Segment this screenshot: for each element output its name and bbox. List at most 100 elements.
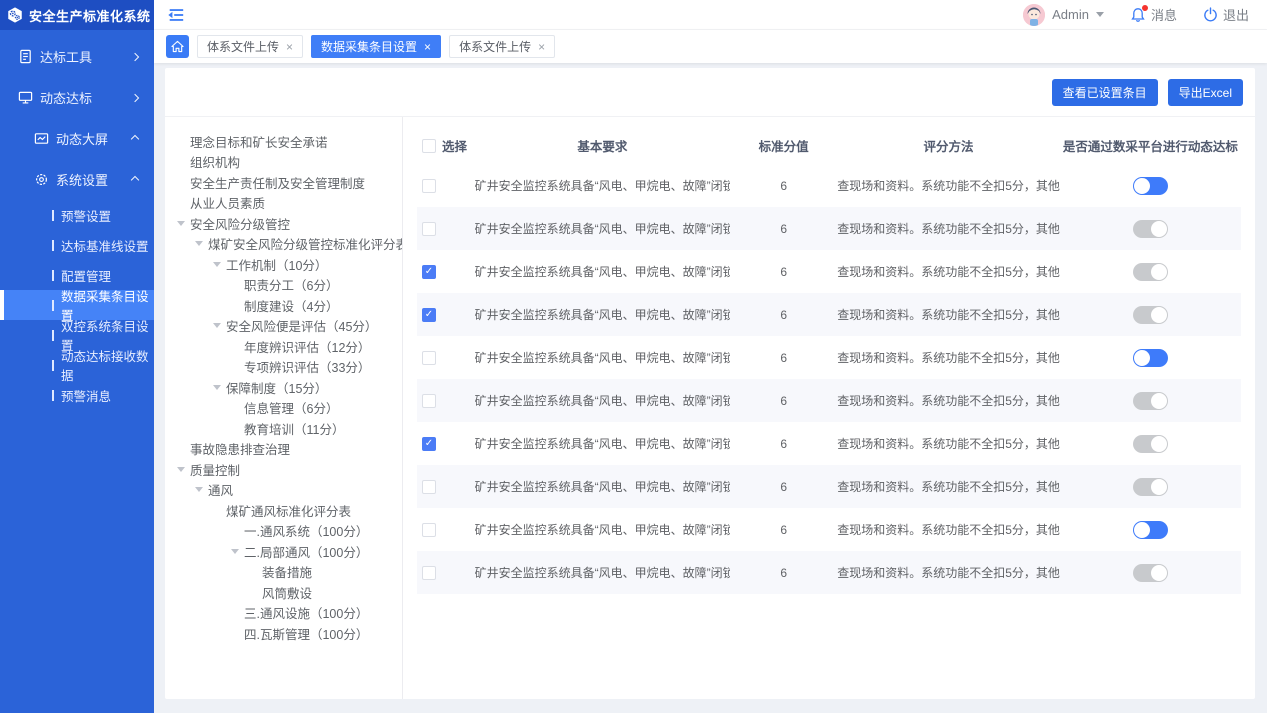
toggle-knob xyxy=(1134,522,1150,538)
tree-node[interactable]: 事故隐患排查治理 xyxy=(177,439,398,460)
row-checkbox[interactable] xyxy=(422,351,436,365)
row-checkbox[interactable] xyxy=(422,480,436,494)
tree-node[interactable]: 煤矿安全风险分级管控标准化评分表 xyxy=(177,234,398,255)
row-checkbox[interactable] xyxy=(422,437,436,451)
tree-node[interactable]: 通风 xyxy=(177,480,398,501)
tree-node[interactable]: 职责分工（6分） xyxy=(177,275,398,296)
table-row: 矿井安全监控系统具备“风电、甲烷电、故障”闭锁及手... 6 查现场和资料。系统… xyxy=(417,379,1241,422)
tree-node[interactable]: 质量控制 xyxy=(177,459,398,480)
tree-node[interactable]: 二.局部通风（100分） xyxy=(177,541,398,562)
cell-score: 6 xyxy=(730,523,837,537)
tree-node-label: 保障制度（15分） xyxy=(226,378,327,397)
export-excel-button[interactable]: 导出Excel xyxy=(1168,79,1243,106)
close-icon[interactable]: × xyxy=(538,41,545,53)
cell-requirement: 矿井安全监控系统具备“风电、甲烷电、故障”闭锁及手... xyxy=(475,177,730,194)
chevron-up-icon xyxy=(131,175,139,183)
sidebar-item-dynamic-reach[interactable]: 动态达标 xyxy=(0,77,154,118)
select-all-checkbox[interactable] xyxy=(422,139,436,153)
tree-node[interactable]: 安全风险便是评估（45分） xyxy=(177,316,398,337)
dynamic-toggle[interactable] xyxy=(1133,263,1168,281)
tree-expand-icon[interactable] xyxy=(213,262,226,267)
tree-node[interactable]: 风筒敷设 xyxy=(177,582,398,603)
sidebar-subitem[interactable]: 预警设置 xyxy=(0,200,154,230)
row-checkbox[interactable] xyxy=(422,394,436,408)
row-checkbox[interactable] xyxy=(422,308,436,322)
dynamic-toggle[interactable] xyxy=(1133,220,1168,238)
tree-expand-icon[interactable] xyxy=(231,549,244,554)
sidebar-subitem[interactable]: 达标基准线设置 xyxy=(0,230,154,260)
subitem-tick-icon xyxy=(52,390,54,401)
dynamic-toggle[interactable] xyxy=(1133,564,1168,582)
tree-node[interactable]: 四.瓦斯管理（100分） xyxy=(177,623,398,644)
tree-expand-icon[interactable] xyxy=(195,241,208,246)
caret-down-icon xyxy=(1096,12,1104,17)
page-tab[interactable]: 体系文件上传 × xyxy=(197,35,303,58)
tree-expand-icon[interactable] xyxy=(213,385,226,390)
tree-node[interactable]: 制度建设（4分） xyxy=(177,295,398,316)
row-checkbox[interactable] xyxy=(422,179,436,193)
dynamic-toggle[interactable] xyxy=(1133,306,1168,324)
tree-node-label: 工作机制（10分） xyxy=(226,255,327,274)
sidebar-item-reach-tools[interactable]: 达标工具 xyxy=(0,36,154,77)
close-icon[interactable]: × xyxy=(286,41,293,53)
subitem-tick-icon xyxy=(52,240,54,251)
card-toolbar: 查看已设置条目 导出Excel xyxy=(165,68,1255,117)
row-checkbox[interactable] xyxy=(422,265,436,279)
home-tab-button[interactable] xyxy=(166,35,189,58)
view-configured-button[interactable]: 查看已设置条目 xyxy=(1052,79,1158,106)
page-tab[interactable]: 体系文件上传 × xyxy=(449,35,555,58)
sidebar-item-system-settings[interactable]: 系统设置 xyxy=(0,159,154,200)
tree-node[interactable]: 煤矿通风标准化评分表 xyxy=(177,500,398,521)
collapse-sidebar-icon[interactable] xyxy=(166,5,186,25)
tree-node[interactable]: 年度辨识评估（12分） xyxy=(177,336,398,357)
row-checkbox[interactable] xyxy=(422,222,436,236)
cell-score: 6 xyxy=(730,222,837,236)
logout-button[interactable]: 退出 xyxy=(1203,5,1249,24)
tree-node[interactable]: 专项辨识评估（33分） xyxy=(177,357,398,378)
tree-expand-icon[interactable] xyxy=(177,467,190,472)
table-row: 矿井安全监控系统具备“风电、甲烷电、故障”闭锁及手... 6 查现场和资料。系统… xyxy=(417,422,1241,465)
entries-table: 选择 基本要求 标准分值 评分方法 是否通过数采平台进行动态达标 矿井安全监控系… xyxy=(403,117,1255,699)
tree-node[interactable]: 三.通风设施（100分） xyxy=(177,603,398,624)
tree-expand-icon[interactable] xyxy=(195,487,208,492)
cell-requirement: 矿井安全监控系统具备“风电、甲烷电、故障”闭锁及手... xyxy=(475,306,730,323)
close-icon[interactable]: × xyxy=(424,41,431,53)
cell-method: 查现场和资料。系统功能不全扣5分，其他不... xyxy=(837,564,1059,581)
page-tab[interactable]: 数据采集条目设置 × xyxy=(311,35,441,58)
cell-requirement: 矿井安全监控系统具备“风电、甲烷电、故障”闭锁及手... xyxy=(475,521,730,538)
tree-expand-icon[interactable] xyxy=(213,323,226,328)
row-checkbox[interactable] xyxy=(422,566,436,580)
messages-button[interactable]: 消息 xyxy=(1130,5,1177,24)
tree-node-label: 通风 xyxy=(208,480,233,499)
dynamic-toggle[interactable] xyxy=(1133,435,1168,453)
sidebar-item-label: 达标工具 xyxy=(40,47,92,66)
dynamic-toggle[interactable] xyxy=(1133,392,1168,410)
tree-node[interactable]: 安全生产责任制及安全管理制度 xyxy=(177,172,398,193)
dynamic-toggle[interactable] xyxy=(1133,478,1168,496)
tree-node[interactable]: 装备措施 xyxy=(177,562,398,583)
sidebar-subitem[interactable]: 动态达标接收数据 xyxy=(0,350,154,380)
cell-method: 查现场和资料。系统功能不全扣5分，其他不... xyxy=(837,478,1059,495)
tree-node[interactable]: 教育培训（11分） xyxy=(177,418,398,439)
tree-node[interactable]: 安全风险分级管控 xyxy=(177,213,398,234)
tree-node[interactable]: 一.通风系统（100分） xyxy=(177,521,398,542)
dynamic-toggle[interactable] xyxy=(1133,521,1168,539)
tree-node[interactable]: 工作机制（10分） xyxy=(177,254,398,275)
tree-node[interactable]: 组织机构 xyxy=(177,152,398,173)
dynamic-toggle[interactable] xyxy=(1133,177,1168,195)
tree-node-label: 从业人员素质 xyxy=(190,193,265,212)
tree-node[interactable]: 从业人员素质 xyxy=(177,193,398,214)
tree-node[interactable]: 理念目标和矿长安全承诺 xyxy=(177,131,398,152)
tree-node[interactable]: 信息管理（6分） xyxy=(177,398,398,419)
sidebar-item-dynamic-screen[interactable]: 动态大屏 xyxy=(0,118,154,159)
dynamic-toggle[interactable] xyxy=(1133,349,1168,367)
tree-node-label: 四.瓦斯管理（100分） xyxy=(244,624,368,643)
table-row: 矿井安全监控系统具备“风电、甲烷电、故障”闭锁及手... 6 查现场和资料。系统… xyxy=(417,250,1241,293)
tree-expand-icon[interactable] xyxy=(177,221,190,226)
sidebar-subitem[interactable]: 预警消息 xyxy=(0,380,154,410)
tree-node[interactable]: 保障制度（15分） xyxy=(177,377,398,398)
row-checkbox[interactable] xyxy=(422,523,436,537)
user-menu[interactable]: Admin xyxy=(1023,4,1104,26)
sidebar-subitem-label: 达标基准线设置 xyxy=(61,236,149,255)
monitor-icon xyxy=(18,90,33,105)
